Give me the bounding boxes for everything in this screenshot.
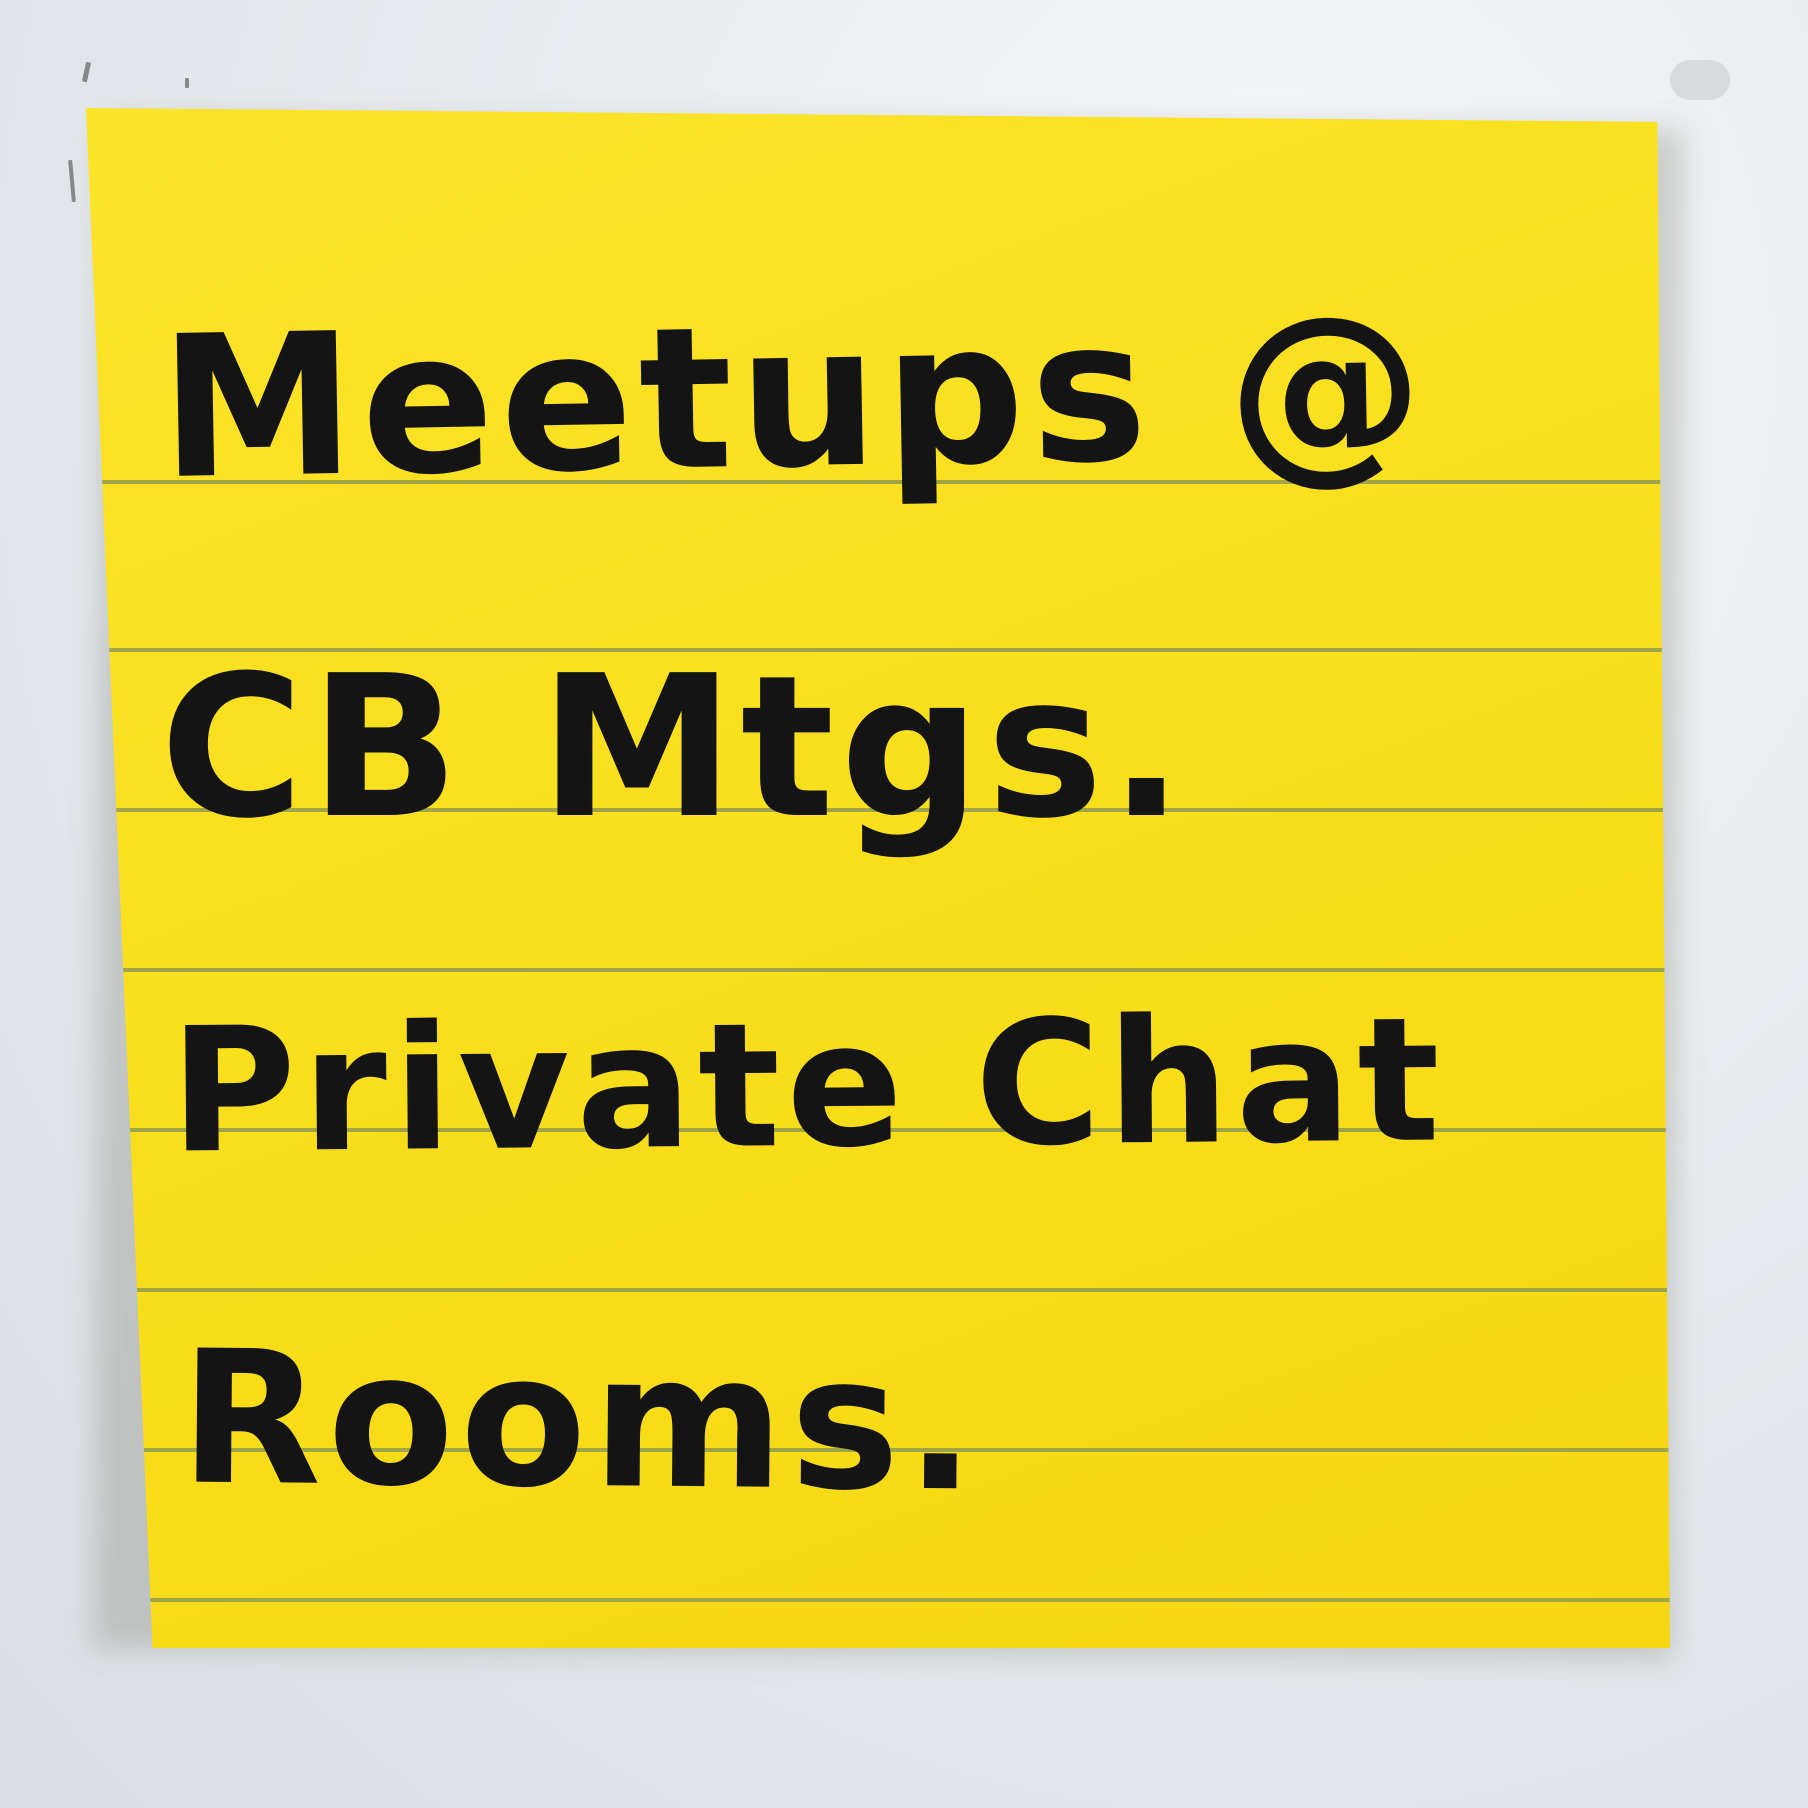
handwritten-line: Meetups @ <box>158 272 1432 524</box>
handwritten-text: Meetups @ CB Mtgs. Private Chat Rooms. <box>0 0 1808 1808</box>
handwritten-line: CB Mtgs. <box>160 634 1190 862</box>
handwritten-line: Rooms. <box>179 1311 983 1533</box>
handwritten-line: Private Chat <box>169 979 1447 1192</box>
